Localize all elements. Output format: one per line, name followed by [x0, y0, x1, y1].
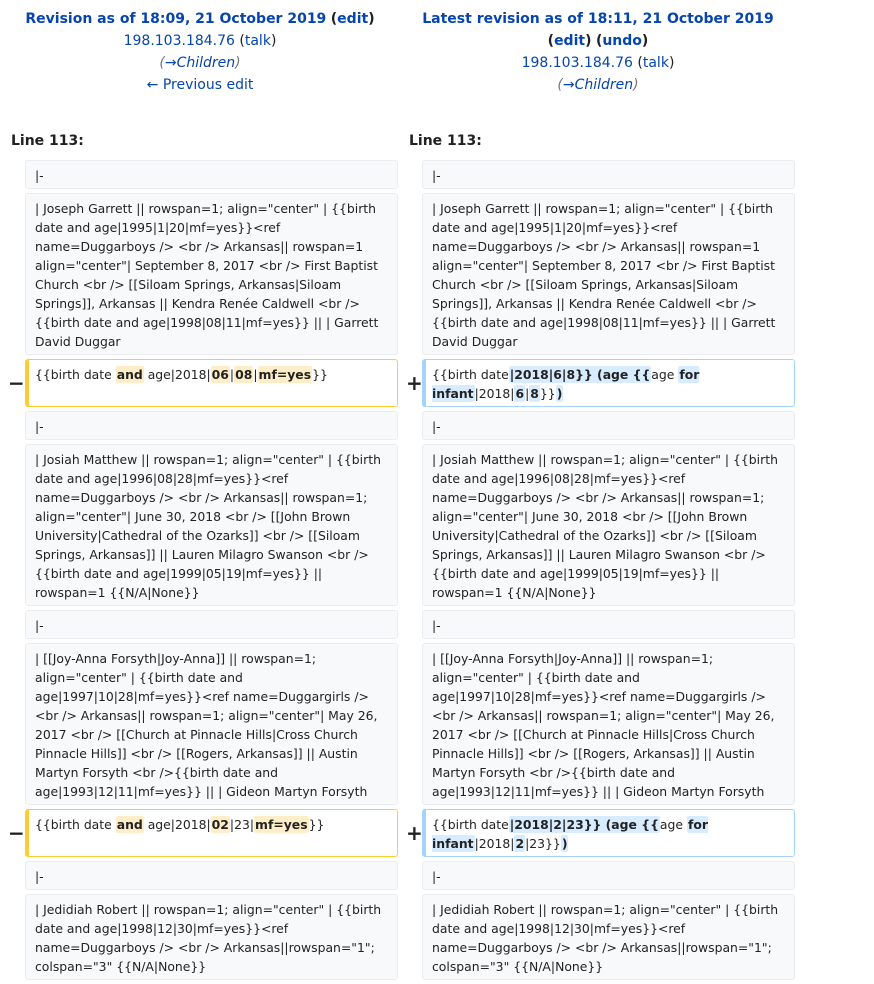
diff-highlight: mf=yes — [257, 366, 313, 383]
diff-text: age — [659, 817, 687, 832]
section-link[interactable]: →Children — [563, 77, 633, 93]
diff-context-right: | Jedidiah Robert || rowspan=1; align="c… — [422, 894, 795, 980]
line-number-left: Line 113: — [11, 133, 84, 149]
diff-context-left: | Joseph Garrett || rowspan=1; align="ce… — [25, 193, 398, 355]
diff-context-left: | Jedidiah Robert || rowspan=1; align="c… — [25, 894, 398, 980]
diff-highlight: ) — [560, 835, 569, 852]
diff-context-right: |- — [422, 411, 795, 440]
old-edit-link[interactable]: edit — [337, 11, 368, 27]
new-edit-link[interactable]: edit — [554, 33, 585, 49]
diff-text: age|2018| — [143, 367, 211, 382]
diff-text: {{birth date — [432, 367, 509, 382]
diff-added-line: {{birth date|2018|2|23}} (age {{age for … — [422, 809, 795, 857]
plus-marker: + — [406, 821, 423, 845]
diff-context-right: |- — [422, 861, 795, 890]
diff-text: |23}} — [525, 836, 561, 851]
new-talk-link[interactable]: talk — [643, 55, 669, 71]
diff-highlight: and — [115, 816, 144, 833]
diff-context-left: |- — [25, 861, 398, 890]
diff-context-right: | [[Joy-Anna Forsyth|Joy-Anna]] || rowsp… — [422, 643, 795, 805]
diff-context-right: | Josiah Matthew || rowspan=1; align="ce… — [422, 444, 795, 606]
diff-deleted-line: {{birth date and age|2018|02|23|mf=yes}} — [25, 809, 398, 857]
new-user-link[interactable]: 198.103.184.76 — [522, 55, 633, 71]
diff-text: |2018| — [474, 836, 515, 851]
old-revision-header: Revision as of 18:09, 21 October 2019 (e… — [0, 8, 400, 96]
old-talk-link[interactable]: talk — [245, 33, 271, 49]
old-edit-summary: (→Children) — [159, 55, 241, 71]
diff-context-right: | Joseph Garrett || rowspan=1; align="ce… — [422, 193, 795, 355]
diff-context-left: | Josiah Matthew || rowspan=1; align="ce… — [25, 444, 398, 606]
diff-text: }} — [539, 386, 556, 401]
diff-highlight: 02 — [210, 816, 230, 833]
diff-text: {{birth date — [432, 817, 509, 832]
minus-marker: − — [8, 821, 25, 845]
minus-marker: − — [8, 371, 25, 395]
diff-text: {{birth date — [35, 817, 116, 832]
diff-text: }} — [312, 367, 328, 382]
diff-text: {{birth date — [35, 367, 116, 382]
diff-text: age — [651, 367, 679, 382]
diff-highlight: 06 — [210, 366, 230, 383]
new-revision-link[interactable]: Latest revision as of 18:11, 21 October … — [422, 11, 774, 27]
diff-highlight: |2018|2|23}} (age {{ — [508, 816, 660, 833]
new-edit-summary: (→Children) — [557, 77, 639, 93]
diff-text: }} — [308, 817, 325, 832]
diff-text: age|2018| — [143, 817, 211, 832]
diff-highlight: 2 — [514, 835, 526, 852]
diff-highlight: and — [115, 366, 144, 383]
diff-context-left: |- — [25, 160, 398, 189]
diff-added-line: {{birth date|2018|6|8}} (age {{age for i… — [422, 359, 795, 407]
section-link[interactable]: →Children — [165, 55, 235, 71]
undo-link[interactable]: undo — [602, 33, 642, 49]
new-revision-header: Latest revision as of 18:11, 21 October … — [398, 8, 798, 96]
diff-context-right: |- — [422, 160, 795, 189]
old-revision-link[interactable]: Revision as of 18:09, 21 October 2019 — [25, 11, 326, 27]
old-user-link[interactable]: 198.103.184.76 — [124, 33, 235, 49]
diff-highlight: ) — [555, 385, 564, 402]
diff-context-left: |- — [25, 610, 398, 639]
diff-context-left: | [[Joy-Anna Forsyth|Joy-Anna]] || rowsp… — [25, 643, 398, 805]
diff-highlight: 6 — [514, 385, 526, 402]
plus-marker: + — [406, 371, 423, 395]
diff-highlight: mf=yes — [254, 816, 309, 833]
diff-context-right: |- — [422, 610, 795, 639]
diff-highlight: |2018|6|8}} (age {{ — [508, 366, 652, 383]
diff-text: |23| — [229, 817, 255, 832]
diff-highlight: 8 — [529, 385, 540, 402]
diff-highlight: 08 — [234, 366, 254, 383]
line-number-right: Line 113: — [409, 133, 482, 149]
diff-deleted-line: {{birth date and age|2018|06|08|mf=yes}} — [25, 359, 398, 407]
diff-text: |2018| — [474, 386, 515, 401]
diff-context-left: |- — [25, 411, 398, 440]
diff-text: | — [253, 367, 258, 382]
previous-edit-link[interactable]: ← Previous edit — [147, 77, 254, 93]
